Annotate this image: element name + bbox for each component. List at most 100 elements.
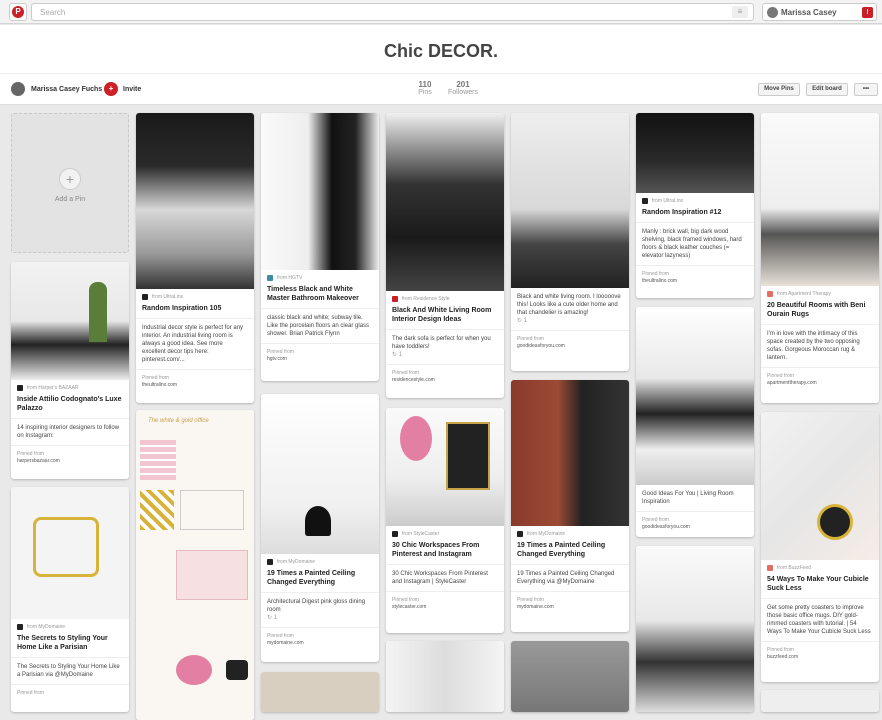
pin-image[interactable] (261, 672, 379, 712)
pin-image[interactable] (636, 546, 754, 712)
pin-image[interactable] (761, 113, 879, 286)
pin-footer: Pinned from apartmenttherapy.com (761, 367, 879, 391)
pin-title[interactable]: 19 Times a Painted Ceiling Changed Every… (261, 565, 379, 587)
search-input[interactable]: Search ≡ (31, 3, 754, 21)
add-pin-button[interactable]: + Add a Pin (11, 113, 129, 253)
pin-image[interactable] (511, 641, 629, 712)
pin-image[interactable] (386, 641, 504, 712)
pinned-site[interactable]: mydomaine.com (517, 604, 554, 610)
pinned-site[interactable]: residencestyle.com (392, 377, 435, 383)
edit-board-button[interactable]: Edit board (806, 83, 848, 96)
pin-card[interactable] (511, 641, 629, 712)
pin-card[interactable]: from Harper's BAZAAR Inside Attilio Codo… (11, 262, 129, 479)
pin-source-label: from BuzzFeed (777, 565, 811, 571)
pinned-site[interactable]: buzzfeed.com (767, 654, 798, 660)
pin-title[interactable]: 19 Times a Painted Ceiling Changed Every… (511, 537, 629, 559)
pin-title[interactable]: 30 Chic Workspaces From Pinterest and In… (386, 537, 504, 559)
pin-image[interactable] (261, 113, 379, 270)
pin-description: classic black and white; subway tile. Li… (261, 308, 379, 338)
pin-image[interactable] (136, 113, 254, 289)
repin-count[interactable]: ↻ 1 (392, 352, 402, 358)
pin-card[interactable] (636, 546, 754, 712)
pin-image[interactable] (511, 113, 629, 288)
pin-source[interactable]: from UltraLinx (136, 289, 254, 300)
followers-stat[interactable]: 201 Followers (448, 80, 478, 96)
pinned-from-label: Pinned from (517, 336, 544, 342)
move-pins-button[interactable]: Move Pins (758, 83, 800, 96)
pin-title[interactable]: The Secrets to Styling Your Home Like a … (11, 630, 129, 652)
invite-button[interactable]: + Invite (104, 82, 141, 96)
pin-source[interactable]: from BuzzFeed (761, 560, 879, 571)
pinned-site[interactable]: harpersbazaar.com (17, 458, 60, 464)
pin-card[interactable]: from MyDomaine The Secrets to Styling Yo… (11, 487, 129, 712)
pin-title[interactable]: Inside Attilio Codognato's Luxe Palazzo (11, 391, 129, 413)
user-button[interactable]: Marissa Casey ! (762, 3, 877, 21)
pin-title[interactable]: Random Inspiration #12 (636, 204, 754, 217)
pin-source[interactable]: from MyDomaine (511, 526, 629, 537)
pinned-site[interactable]: goodideasforyou.com (642, 524, 690, 530)
pin-image[interactable]: The white & gold office (136, 410, 254, 720)
pin-image[interactable] (636, 307, 754, 485)
pin-title[interactable]: Random Inspiration 105 (136, 300, 254, 313)
pinned-site[interactable]: stylecaster.com (392, 604, 426, 610)
pinned-site[interactable]: mydomaine.com (267, 640, 304, 646)
pinterest-logo[interactable]: P (9, 3, 27, 21)
avatar (767, 7, 778, 18)
pin-image[interactable] (636, 113, 754, 193)
pinned-site[interactable]: goodideasforyou.com (517, 343, 565, 349)
pin-card[interactable] (261, 672, 379, 712)
pinned-site[interactable]: theultralinx.com (642, 278, 677, 284)
pin-source[interactable]: from MyDomaine (11, 619, 129, 630)
pin-card[interactable] (761, 690, 879, 712)
pin-card[interactable]: from StyleCaster 30 Chic Workspaces From… (386, 408, 504, 633)
board-owner[interactable]: Marissa Casey Fuchs (11, 82, 102, 96)
pin-title[interactable]: 20 Beautiful Rooms with Beni Ourain Rugs (761, 297, 879, 319)
pin-source[interactable]: from Apartment Therapy (761, 286, 879, 297)
pin-title[interactable]: Timeless Black and White Master Bathroom… (261, 281, 379, 303)
pin-title[interactable]: Black And White Living Room Interior Des… (386, 302, 504, 324)
pin-image[interactable] (11, 487, 129, 619)
pin-card[interactable]: from MyDomaine 19 Times a Painted Ceilin… (511, 380, 629, 632)
pin-image[interactable] (761, 412, 879, 560)
pin-image[interactable] (386, 113, 504, 291)
pinned-site[interactable]: apartmenttherapy.com (767, 380, 817, 386)
pin-card[interactable]: from HGTV Timeless Black and White Maste… (261, 113, 379, 381)
notification-icon[interactable]: ! (862, 7, 873, 18)
pin-card[interactable]: from BuzzFeed 54 Ways To Make Your Cubic… (761, 412, 879, 682)
pin-image[interactable] (261, 394, 379, 554)
pin-image[interactable] (511, 380, 629, 526)
pin-card[interactable]: from MyDomaine 19 Times a Painted Ceilin… (261, 394, 379, 662)
pin-footer: Pinned from theultralinx.com (636, 265, 754, 289)
search-menu-icon[interactable]: ≡ (732, 6, 748, 18)
repin-count[interactable]: ↻ 1 (267, 615, 277, 621)
pin-image[interactable] (761, 690, 879, 712)
pin-card[interactable]: from UltraLinx Random Inspiration #12 Ma… (636, 113, 754, 298)
pinned-site[interactable]: hgtv.com (267, 356, 287, 362)
pin-title[interactable]: 54 Ways To Make Your Cubicle Suck Less (761, 571, 879, 593)
pin-card[interactable]: Good Ideas For You | Living Room Inspira… (636, 307, 754, 537)
pin-card[interactable]: The white & gold office (136, 410, 254, 720)
pin-source[interactable]: from HGTV (261, 270, 379, 281)
pin-card[interactable]: from UltraLinx Random Inspiration 105 In… (136, 113, 254, 403)
pin-source[interactable]: from UltraLinx (636, 193, 754, 204)
pinned-site[interactable]: theultralinx.com (142, 382, 177, 388)
pin-source[interactable]: from StyleCaster (386, 526, 504, 537)
pin-source[interactable]: from Harper's BAZAAR (11, 380, 129, 391)
pin-description: Good Ideas For You | Living Room Inspira… (642, 491, 734, 505)
pin-footer: Pinned from buzzfeed.com (761, 641, 879, 665)
pin-card[interactable]: from Residence Style Black And White Liv… (386, 113, 504, 398)
pin-card[interactable]: Black and white living room. I looooove … (511, 113, 629, 371)
pin-source[interactable]: from MyDomaine (261, 554, 379, 565)
pin-card[interactable]: from Apartment Therapy 20 Beautiful Room… (761, 113, 879, 403)
pin-card[interactable] (386, 641, 504, 712)
pin-source-label: from MyDomaine (527, 531, 566, 537)
pin-source[interactable]: from Residence Style (386, 291, 504, 302)
plus-icon: + (59, 168, 81, 190)
black-phone-image (226, 660, 248, 680)
pins-count: 110 (418, 80, 432, 89)
pins-stat[interactable]: 110 Pins (412, 80, 438, 96)
repin-count[interactable]: ↻ 1 (517, 318, 527, 324)
more-button[interactable]: ••• (854, 83, 878, 96)
pin-image[interactable] (11, 262, 129, 380)
pin-image[interactable] (386, 408, 504, 526)
